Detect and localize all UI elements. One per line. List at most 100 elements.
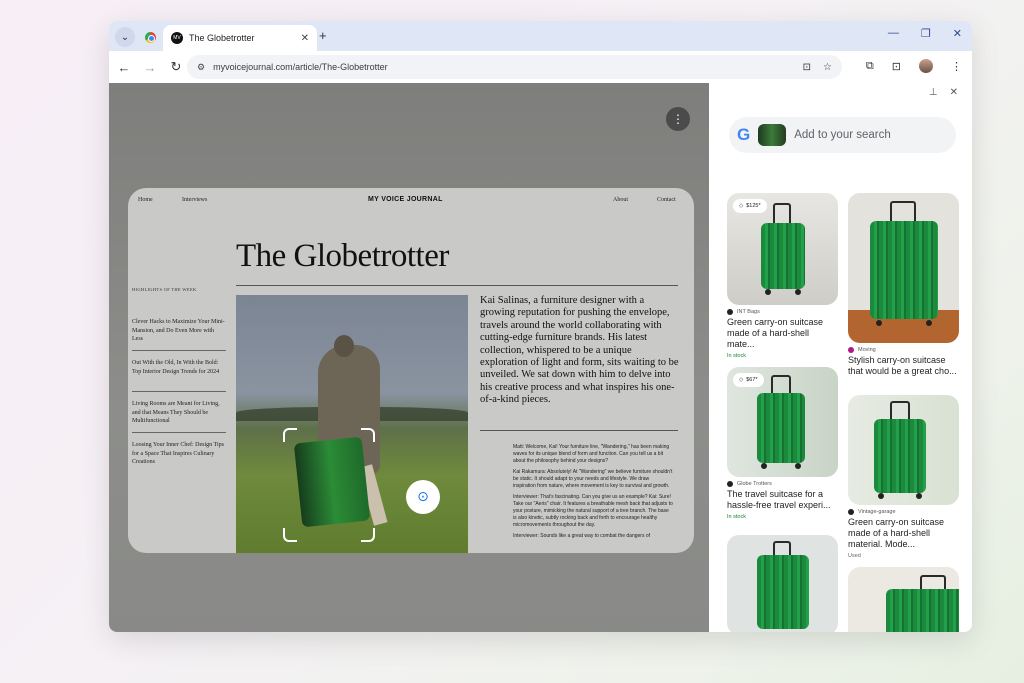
article-headline: The Globetrotter (236, 238, 449, 274)
price-text: $125* (746, 203, 761, 209)
new-tab-button[interactable]: + (319, 28, 327, 43)
lens-icon: ⊙ (417, 489, 429, 505)
minimize-icon[interactable]: — (888, 27, 899, 40)
result-image[interactable]: ◇ $125* (727, 193, 838, 305)
lens-icon[interactable]: ⊡ (803, 62, 811, 73)
sidebar-link[interactable]: Loosing Your Inner Chef: Design Tips for… (132, 441, 226, 467)
nav-about[interactable]: About (613, 197, 628, 203)
divider (132, 350, 226, 351)
article-photo[interactable]: ⊙ (236, 295, 468, 553)
tab-active[interactable]: MV The Globetrotter ✕ (163, 25, 317, 51)
result-card[interactable] (848, 567, 959, 632)
result-title[interactable]: Stylish carry-on suitcase that would be … (848, 355, 959, 377)
sidebar-title: HIGHLIGHTS OF THE WEEK (132, 287, 197, 292)
lens-search-box[interactable]: G Add to your search (729, 117, 956, 153)
nav-contact[interactable]: Contact (657, 197, 676, 203)
google-icon: G (737, 125, 751, 144)
search-thumbnail[interactable] (758, 124, 787, 146)
result-source: Moving (848, 347, 959, 353)
tab-strip: ⌄ MV The Globetrotter ✕ + — ❐ ✕ (109, 21, 972, 51)
selection-corner[interactable] (361, 428, 375, 442)
tab-search-button[interactable]: ⌄ (115, 27, 135, 47)
lens-toolbar-icon[interactable]: ⊡ (892, 60, 901, 73)
suitcase (874, 419, 926, 493)
suitcase-handle (920, 575, 946, 589)
photo-suitcase (293, 436, 371, 528)
result-card[interactable]: Moving Stylish carry-on suitcase that wo… (848, 193, 959, 377)
wheel (878, 493, 884, 499)
suitcase-handle (773, 203, 791, 225)
bookmark-star-icon[interactable]: ☆ (823, 62, 832, 73)
result-image[interactable]: ◇ $67* (727, 367, 838, 477)
interview-paragraph: Matt: Welcome, Kai! Your furniture line,… (513, 444, 670, 464)
url-text[interactable]: myvoicejournal.com/article/The-Globetrot… (213, 62, 791, 72)
source-favicon-icon (727, 481, 733, 487)
forward-icon[interactable]: → (137, 60, 163, 75)
result-card[interactable]: ◇ $125* INT Bags Green carry-on suitcase … (727, 193, 838, 359)
stock-status: Used (848, 553, 861, 559)
sidebar-link[interactable]: Clever Hacks to Maximize Your Mini-Mansi… (132, 318, 226, 344)
tag-icon: ◇ (739, 377, 744, 383)
wheel (795, 463, 801, 469)
nav-interviews[interactable]: Interviews (182, 197, 207, 203)
chevron-down-icon: ⌄ (120, 31, 130, 43)
tab-title: The Globetrotter (189, 33, 255, 43)
lens-overlay-menu-icon[interactable]: ⋮ (666, 107, 690, 131)
wheel (795, 289, 801, 295)
result-image[interactable] (727, 535, 838, 632)
close-icon[interactable]: ✕ (301, 33, 309, 44)
divider (236, 285, 678, 286)
pin-icon[interactable]: ⊥ (929, 87, 938, 98)
lens-side-panel: ⊥ ✕ G Add to your search ◇ $125* INT Bags… (709, 83, 972, 632)
back-icon[interactable]: ← (111, 60, 137, 75)
stock-status: In stock (727, 514, 746, 520)
result-title[interactable]: Green carry-on suitcase made of a hard-s… (848, 517, 959, 550)
result-card[interactable] (727, 535, 838, 632)
source-favicon-icon (848, 509, 854, 515)
search-placeholder[interactable]: Add to your search (794, 129, 891, 141)
nav-home[interactable]: Home (138, 197, 153, 203)
sidebar-link[interactable]: Living Rooms are Meant for Living, and t… (132, 400, 226, 426)
suitcase-handle (771, 375, 791, 395)
profile-avatar[interactable] (919, 59, 933, 73)
menu-dots-icon[interactable]: ⋮ (951, 60, 962, 73)
source-name: Globe Trotters (737, 481, 772, 487)
selection-corner[interactable] (283, 428, 297, 442)
suitcase (757, 555, 809, 629)
suitcase (761, 223, 805, 289)
result-title[interactable]: Green carry-on suitcase made of a hard-s… (727, 317, 838, 350)
window-close-icon[interactable]: ✕ (953, 27, 962, 40)
result-title[interactable]: The travel suitcase for a hassle-free tr… (727, 489, 838, 511)
divider (132, 432, 226, 433)
source-name: INT Bags (737, 309, 760, 315)
article-page: Home Interviews MY VOICE JOURNAL About C… (128, 188, 694, 553)
close-icon[interactable]: ✕ (950, 87, 958, 98)
suitcase (870, 221, 938, 319)
wheel (916, 493, 922, 499)
result-image[interactable] (848, 395, 959, 505)
browser-window: ⌄ MV The Globetrotter ✕ + — ❐ ✕ ← → ↻ ⚙ … (109, 21, 972, 632)
site-logo[interactable]: MY VOICE JOURNAL (368, 196, 443, 203)
source-favicon-icon (727, 309, 733, 315)
reload-icon[interactable]: ↻ (163, 59, 189, 75)
result-card[interactable]: Vintage-garage Green carry-on suitcase m… (848, 395, 959, 559)
tab-chrome[interactable] (139, 26, 161, 48)
source-favicon-icon (848, 347, 854, 353)
result-card[interactable]: ◇ $67* Globe Trotters The travel suitcase… (727, 367, 838, 520)
result-image[interactable] (848, 567, 959, 632)
restore-icon[interactable]: ❐ (921, 27, 931, 40)
tag-icon: ◇ (739, 203, 744, 209)
window-controls: — ❐ ✕ (888, 27, 962, 40)
chrome-icon (144, 31, 156, 43)
wheel (761, 463, 767, 469)
extensions-icon[interactable]: ⧉ (866, 60, 874, 73)
selection-corner[interactable] (361, 528, 375, 542)
selection-corner[interactable] (283, 528, 297, 542)
sidebar-link[interactable]: Out With the Old, In With the Bold: Top … (132, 359, 226, 376)
lens-search-button[interactable]: ⊙ (406, 480, 440, 514)
divider (132, 391, 226, 392)
result-source: INT Bags (727, 309, 838, 315)
site-info-icon[interactable]: ⚙ (197, 62, 205, 73)
address-bar[interactable]: ⚙ myvoicejournal.com/article/The-Globetr… (187, 55, 842, 79)
result-image[interactable] (848, 193, 959, 343)
